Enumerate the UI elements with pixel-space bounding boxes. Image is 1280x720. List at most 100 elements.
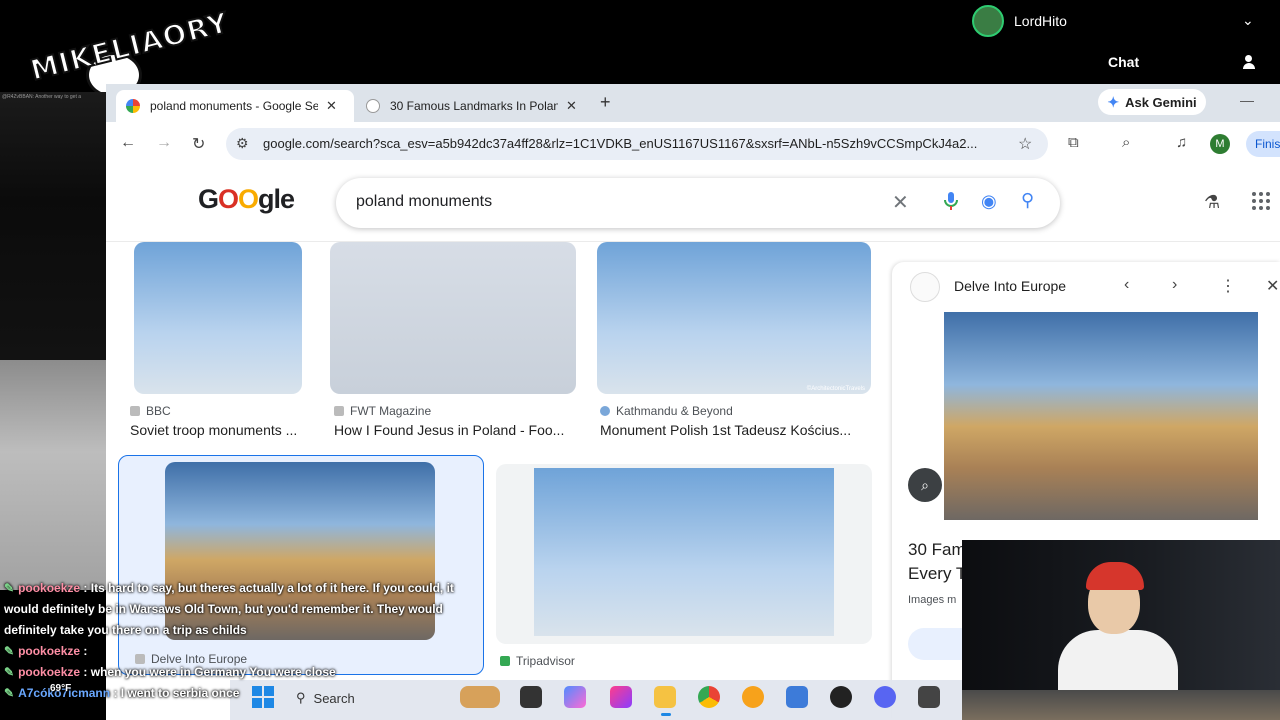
tab-google-search[interactable]: poland monuments - Google Search ✕: [116, 90, 354, 122]
flask-icon[interactable]: ⚗: [1204, 192, 1220, 213]
dev-app-icon[interactable]: [786, 686, 808, 708]
stream-side-video: [0, 360, 106, 590]
media-controls-icon[interactable]: ♫: [1176, 134, 1187, 151]
source-favicon-icon: [600, 406, 610, 416]
webcam-feed: [962, 540, 1280, 720]
copilot-icon[interactable]: [564, 686, 586, 708]
preview-image[interactable]: [944, 312, 1258, 520]
channel-logo: MIKELIAORY: [26, 5, 233, 98]
reload-icon[interactable]: ↻: [192, 134, 205, 154]
result-source[interactable]: BBC: [130, 404, 171, 418]
pencil-icon: ✎: [4, 665, 15, 679]
more-options-icon[interactable]: ⋮: [1220, 276, 1236, 296]
source-name: BBC: [146, 404, 171, 418]
minimize-button[interactable]: —: [1240, 92, 1254, 108]
back-arrow-icon[interactable]: ←: [120, 134, 136, 152]
tab-title: 30 Famous Landmarks In Poland: [390, 99, 558, 113]
source-name: Tripadvisor: [516, 654, 575, 668]
stream-frame: MIKELIAORY @R4ZvBBAN: Another way to get…: [0, 0, 1280, 720]
obs-icon[interactable]: [830, 686, 852, 708]
chat-username: pookoekze: [18, 665, 81, 679]
next-arrow-icon[interactable]: ›: [1172, 276, 1177, 294]
keyboard: [962, 690, 1280, 720]
result-card[interactable]: [496, 464, 872, 644]
finish-button[interactable]: Finish: [1246, 131, 1280, 157]
avatar: [972, 5, 1004, 37]
result-image[interactable]: [134, 242, 302, 394]
profile-avatar[interactable]: M: [1210, 134, 1230, 154]
apps-grid-icon[interactable]: [1252, 192, 1270, 210]
chat-text: :: [83, 644, 88, 658]
people-icon[interactable]: [1243, 55, 1261, 69]
search-header: GOOgle poland monuments ✕ ◉ ⚲ ⚗: [106, 166, 1280, 242]
panel-site-name[interactable]: Delve Into Europe: [954, 278, 1066, 294]
tab-strip: poland monuments - Google Search ✕ 30 Fa…: [106, 84, 1280, 122]
streamer-account[interactable]: LordHito: [972, 4, 1067, 38]
google-logo[interactable]: GOOgle: [198, 184, 295, 215]
result-image[interactable]: [330, 242, 576, 394]
sun-app-icon[interactable]: [742, 686, 764, 708]
site-favicon-icon: [366, 99, 380, 113]
search-icon[interactable]: ⚲: [1021, 190, 1034, 211]
image-watermark: ©ArchitectonicTravels: [806, 386, 865, 392]
pencil-icon: ✎: [4, 644, 15, 658]
result-image[interactable]: ©ArchitectonicTravels: [597, 242, 871, 394]
chat-message: ✎ pookoekze : Its hard to say, but theres…: [4, 578, 524, 599]
site-info-icon[interactable]: ⚙: [236, 135, 249, 152]
clear-search-icon[interactable]: ✕: [892, 190, 909, 215]
logo-letter: O: [238, 184, 259, 214]
gemini-sparkle-icon: ✦: [1107, 93, 1120, 110]
result-caption[interactable]: Monument Polish 1st Tadeusz Kościus...: [600, 422, 851, 438]
file-explorer-icon[interactable]: [654, 686, 676, 708]
source-favicon-icon: [334, 406, 344, 416]
lens-search-icon[interactable]: ⌕: [908, 468, 942, 502]
chat-username: pookoekze: [18, 644, 81, 658]
result-caption[interactable]: Soviet troop monuments ...: [130, 422, 297, 438]
search-box[interactable]: poland monuments ✕ ◉ ⚲: [336, 178, 1060, 228]
panel-title-line: Every T: [908, 564, 967, 583]
search-input[interactable]: poland monuments: [356, 193, 492, 211]
forward-arrow-icon[interactable]: →: [156, 134, 172, 152]
streamer-name: LordHito: [1014, 13, 1067, 29]
chat-text: : I went to serbia once: [113, 686, 240, 700]
logo-letter: gle: [258, 184, 295, 214]
url-text[interactable]: google.com/search?sca_esv=a5b942dc37a4ff…: [263, 136, 1008, 151]
panel-note: Images m: [908, 594, 957, 606]
ticker-text: @R4ZvBBAN: Another way to get a: [2, 94, 82, 100]
logo-letter: O: [218, 184, 239, 214]
logo-letter: G: [198, 184, 219, 214]
new-tab-button[interactable]: +: [600, 92, 611, 113]
address-bar[interactable]: ⚙ google.com/search?sca_esv=a5b942dc37a4…: [226, 128, 1048, 160]
result-image[interactable]: [534, 468, 834, 636]
source-favicon-icon: [130, 406, 140, 416]
previous-arrow-icon[interactable]: ‹: [1124, 276, 1129, 294]
microphone-icon[interactable]: [942, 191, 960, 211]
close-icon[interactable]: ✕: [1266, 276, 1279, 296]
ask-gemini-button[interactable]: ✦ Ask Gemini: [1098, 89, 1206, 115]
tab-landmarks[interactable]: 30 Famous Landmarks In Poland ✕: [356, 90, 592, 122]
chat-username: pookoekze: [18, 581, 81, 595]
lens-camera-icon[interactable]: ◉: [981, 191, 997, 212]
weather-widget: 69°F: [50, 683, 72, 694]
pencil-icon: ✎: [4, 686, 15, 700]
panel-title-line: 30 Fam: [908, 540, 966, 559]
tab-search-icon[interactable]: ⌕: [1122, 134, 1130, 151]
panel-title[interactable]: 30 Fam Every T: [908, 538, 968, 586]
source-name: Kathmandu & Beyond: [616, 404, 733, 418]
chrome-icon[interactable]: [698, 686, 720, 708]
paint-icon[interactable]: [610, 686, 632, 708]
bookmark-star-icon[interactable]: ☆: [1018, 134, 1032, 154]
close-icon[interactable]: ✕: [326, 98, 337, 114]
result-caption[interactable]: How I Found Jesus in Poland - Foo...: [334, 422, 564, 438]
result-source[interactable]: Kathmandu & Beyond: [600, 404, 733, 418]
chat-message: ✎ pookoekze : when you were in Germany Yo…: [4, 662, 524, 683]
ask-gemini-label: Ask Gemini: [1125, 94, 1197, 110]
google-favicon-icon: [126, 99, 140, 113]
result-source[interactable]: FWT Magazine: [334, 404, 431, 418]
discord-icon[interactable]: [874, 686, 896, 708]
srt-app-icon[interactable]: [918, 686, 940, 708]
close-icon[interactable]: ✕: [566, 98, 577, 114]
extensions-icon[interactable]: ⧉: [1068, 134, 1079, 151]
chat-text: : when you were in Germany You were clos…: [83, 665, 336, 679]
chevron-down-icon[interactable]: ⌄: [1242, 12, 1254, 29]
